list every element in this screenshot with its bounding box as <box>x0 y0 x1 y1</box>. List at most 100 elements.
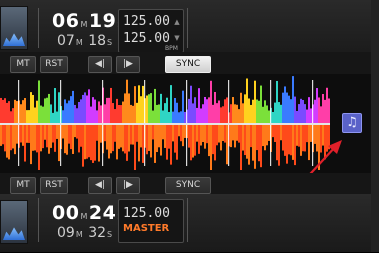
waveform-bar-upper <box>288 95 290 123</box>
waveform-bar-lower <box>324 125 326 160</box>
waveform-bar-lower <box>116 125 118 160</box>
waveform-bar-lower <box>132 125 134 145</box>
waveform-bar-upper <box>26 110 28 123</box>
waveform-bar-upper <box>268 110 270 123</box>
waveform-bar-upper <box>104 104 106 123</box>
tempo-arrows-icon[interactable]: ▲ ▼ <box>173 14 181 46</box>
waveform-bar-upper <box>296 110 298 123</box>
waveform-bar-upper <box>44 98 46 123</box>
waveform-bar-upper <box>68 100 70 123</box>
waveform-bar-lower <box>88 125 90 158</box>
waveform-bar-lower <box>24 125 26 162</box>
waveform-bar-lower <box>248 125 250 165</box>
deck-top-elapsed-time: 06M19S <box>52 10 122 32</box>
waveform-bar-upper <box>198 88 200 123</box>
waveform-bar-upper <box>118 104 120 123</box>
waveform-bar-upper <box>56 111 58 123</box>
waveform-bar-upper <box>4 98 6 123</box>
waveform-bar-upper <box>176 102 178 123</box>
waveform-bar-lower <box>256 125 258 151</box>
waveform-bar-lower <box>190 125 192 161</box>
waveform-bar-lower <box>156 125 158 153</box>
master-tempo-button[interactable]: MT <box>10 177 36 194</box>
sync-button[interactable]: SYNC <box>165 56 211 73</box>
waveform-bar-lower <box>174 125 176 153</box>
waveform-bar-lower <box>298 125 300 147</box>
waveform-bar-upper <box>130 104 132 123</box>
reset-button[interactable]: RST <box>40 177 68 194</box>
waveform-bar-upper <box>250 104 252 123</box>
waveform-bar-upper <box>98 101 100 123</box>
beat-jump-forward-button[interactable]: |▶ <box>116 177 140 194</box>
waveform-bar-lower <box>224 125 226 143</box>
waveform-bar-upper <box>6 102 8 123</box>
beat-jump-back-button[interactable]: ◀| <box>88 177 112 194</box>
waveform-bar-lower <box>182 125 184 147</box>
waveform-bar-lower <box>94 125 96 161</box>
waveform-bar-lower <box>34 125 36 151</box>
waveform-bar-lower <box>252 125 254 161</box>
waveform-bar-upper <box>40 105 42 123</box>
waveform-bar-upper <box>310 108 312 123</box>
waveform-bar-upper <box>298 104 300 123</box>
waveform-bar-upper <box>246 78 248 123</box>
waveform-bar-lower <box>200 125 202 146</box>
waveform-bar-upper <box>152 110 154 123</box>
waveform-bar-lower <box>64 125 66 154</box>
window-edge <box>371 0 379 252</box>
waveform-bar-upper <box>52 112 54 123</box>
waveform-bar-upper <box>306 109 308 123</box>
waveform-bar-upper <box>196 107 198 123</box>
beat-jump-back-button[interactable]: ◀| <box>88 56 112 73</box>
waveform-bar-lower <box>238 125 240 143</box>
deck-top-bpm-display[interactable]: 125.00 125.00 BPM ▲ ▼ <box>118 9 184 53</box>
waveform-bar-upper <box>140 96 142 123</box>
waveform-bar-upper <box>14 99 16 123</box>
deck-bottom-bpm-display[interactable]: 125.00 MASTER <box>118 199 184 243</box>
waveform-bar-upper <box>110 87 112 123</box>
waveform-bar-lower <box>48 125 50 154</box>
deck-top-waveform-thumbnail[interactable] <box>0 6 28 50</box>
deck-bottom-controls: MT RST ◀| |▶ SYNC <box>0 173 379 195</box>
sync-button[interactable]: SYNC <box>165 177 211 194</box>
waveform-bar-lower <box>204 125 206 149</box>
waveform-bar-lower <box>62 125 64 139</box>
waveform-bar-lower <box>282 125 284 151</box>
waveform-bar-lower <box>106 125 108 150</box>
waveform-bar-upper <box>308 97 310 123</box>
waveform-bar-upper <box>22 100 24 123</box>
waveform-bar-upper <box>122 101 124 123</box>
waveform-bar-upper <box>282 92 284 123</box>
waveform-bar-lower <box>54 125 56 152</box>
waveform-bar-upper <box>320 106 322 123</box>
waveform-bar-lower <box>114 125 116 142</box>
waveform-bar-upper <box>86 95 88 123</box>
beat-jump-forward-button[interactable]: |▶ <box>116 56 140 73</box>
deck-top-info: 06M19S 07M 18S 125.00 125.00 BPM ▲▼ <box>0 0 379 59</box>
master-label: MASTER <box>123 223 170 234</box>
waveform-bar-upper <box>184 111 186 123</box>
waveform-bar-upper <box>78 101 80 123</box>
deck-bottom-waveform-thumbnail[interactable] <box>0 200 28 244</box>
waveform-bar-upper <box>222 106 224 123</box>
waveform-bar-upper <box>242 103 244 123</box>
waveform-bar-lower <box>46 125 48 148</box>
waveform-bar-upper <box>278 102 280 123</box>
waveform-bar-upper <box>328 98 330 123</box>
music-note-icon[interactable]: ♫ <box>342 113 362 133</box>
waveform-bar-upper <box>158 104 160 123</box>
waveform-bar-upper <box>154 88 156 123</box>
waveform-bar-lower <box>164 125 166 148</box>
waveform-bar-lower <box>320 125 322 153</box>
waveform-bar-upper <box>120 105 122 123</box>
waveform-bar-upper <box>24 98 26 123</box>
waveform-bar-lower <box>232 125 234 141</box>
waveform-bar-lower <box>90 125 92 161</box>
master-tempo-button[interactable]: MT <box>10 56 36 73</box>
waveform-bar-lower <box>80 125 82 147</box>
waveform-bar-lower <box>212 125 214 155</box>
reset-button[interactable]: RST <box>40 56 68 73</box>
bpm-value-secondary: 125.00 <box>123 31 170 46</box>
waveform-bar-lower <box>20 125 22 143</box>
waveform-bar-lower <box>220 125 222 151</box>
